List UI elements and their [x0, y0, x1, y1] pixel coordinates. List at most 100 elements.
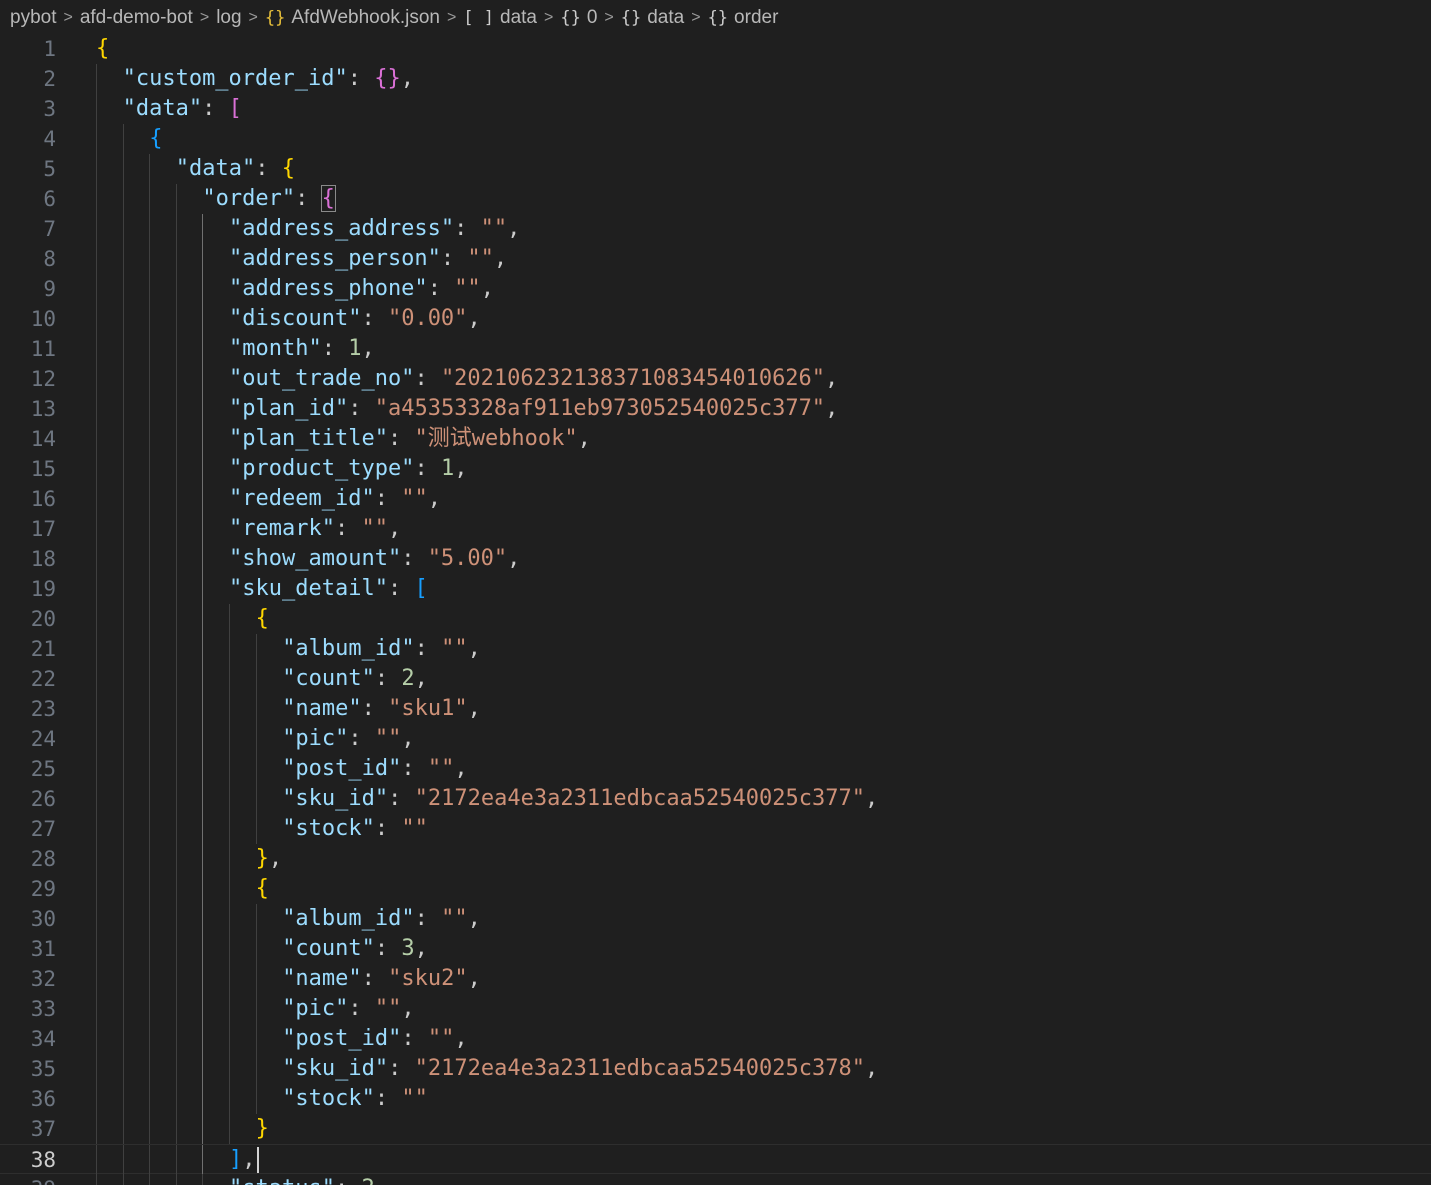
code-line[interactable]: 9 "address_phone": "", [0, 274, 1431, 304]
indent-guide [175, 514, 177, 544]
code-line[interactable]: 36 "stock": "" [0, 1084, 1431, 1114]
code-text: "address_phone": "", [229, 274, 494, 304]
code-line[interactable]: 14 "plan_title": "测试webhook", [0, 424, 1431, 454]
indent-guide [149, 394, 151, 424]
code-line[interactable]: 8 "address_person": "", [0, 244, 1431, 274]
code-editor[interactable]: 1{2 "custom_order_id": {}, 3 "data": [4{5 "d… [0, 34, 1431, 1185]
breadcrumb-item[interactable]: {} data [621, 7, 684, 29]
indent-guide [202, 244, 204, 274]
code-line[interactable]: 7 "address_address": "", [0, 214, 1431, 244]
code-line[interactable]: 4{ [0, 124, 1431, 154]
code-line[interactable]: 16 "redeem_id": "", [0, 484, 1431, 514]
indent-guide [229, 634, 230, 664]
code-token: : [414, 456, 441, 481]
code-line[interactable]: 26 "sku_id": "2172ea4e3a2311edbcaa5254002… [0, 784, 1431, 814]
code-token: "0.00" [387, 306, 468, 331]
indent-guide [96, 484, 97, 514]
line-number: 34 [30, 1027, 56, 1051]
breadcrumb-item[interactable]: {} order [708, 7, 779, 29]
breadcrumb-item[interactable]: pybot [10, 7, 56, 29]
indent-guide [149, 964, 151, 994]
indent-guide [96, 154, 97, 184]
line-number: 9 [43, 277, 56, 301]
indent-guide [202, 484, 204, 514]
breadcrumb-item[interactable]: {} AfdWebhook.json [265, 7, 440, 29]
indent-guide [202, 874, 204, 904]
indent-guide [122, 514, 124, 544]
code-line[interactable]: 15 "product_type": 1, [0, 454, 1431, 484]
code-line[interactable]: 3 "data": [ [0, 94, 1431, 124]
indent-guide [122, 484, 124, 514]
indent-guide [96, 64, 97, 94]
code-line[interactable]: 31 "count": 3, [0, 934, 1431, 964]
code-text: { [96, 34, 109, 64]
code-line[interactable]: 30 "album_id": "", [0, 904, 1431, 934]
code-token: "count" [282, 666, 375, 691]
code-line[interactable]: 21 "album_id": "", [0, 634, 1431, 664]
indent-guide [175, 274, 177, 304]
code-line[interactable]: 12 "out_trade_no": "202106232138371083454… [0, 364, 1431, 394]
code-line[interactable]: 17 "remark": "", [0, 514, 1431, 544]
code-token: "" [441, 906, 468, 931]
indent-guide [96, 424, 97, 454]
chevron-right-icon: > [199, 9, 210, 26]
code-line[interactable]: 27 "stock": "" [0, 814, 1431, 844]
code-line[interactable]: 6 "order": { [0, 184, 1431, 214]
code-line[interactable]: 24 "pic": "", [0, 724, 1431, 754]
code-line[interactable]: 23 "name": "sku1", [0, 694, 1431, 724]
breadcrumb-label: pybot [10, 7, 57, 28]
breadcrumb-label: log [216, 7, 242, 28]
code-line[interactable]: 22 "count": 2, [0, 664, 1431, 694]
indent-guide [255, 1084, 257, 1114]
code-text: "post_id": "", [282, 754, 467, 784]
code-line[interactable]: 38], [0, 1144, 1431, 1175]
indent-guide [175, 334, 177, 364]
code-line[interactable]: 25 "post_id": "", [0, 754, 1431, 784]
code-line[interactable]: 1{ [0, 34, 1431, 64]
indent-guide [202, 994, 204, 1024]
code-line[interactable]: 39 "status": 2, [0, 1174, 1431, 1185]
code-token: , [467, 906, 481, 931]
code-line[interactable]: 34 "post_id": "", [0, 1024, 1431, 1054]
code-token: "stock" [282, 816, 375, 841]
code-line[interactable]: 35 "sku_id": "2172ea4e3a2311edbcaa5254002… [0, 1054, 1431, 1084]
code-text: ], [229, 1145, 259, 1175]
indent-guide [229, 844, 230, 874]
indent-guide [202, 934, 204, 964]
code-line[interactable]: 20 { [0, 604, 1431, 634]
code-line[interactable]: 32 "name": "sku2", [0, 964, 1431, 994]
code-token: : [295, 186, 322, 211]
breadcrumb-item[interactable]: {} 0 [560, 7, 597, 29]
code-line[interactable]: 37} [0, 1114, 1431, 1144]
breadcrumb-item[interactable]: afd-demo-bot [80, 7, 193, 29]
code-text: "post_id": "", [282, 1024, 467, 1054]
code-line[interactable]: 29 { [0, 874, 1431, 904]
line-number: 6 [43, 187, 56, 211]
code-line[interactable]: 11 "month": 1, [0, 334, 1431, 364]
line-number: 18 [30, 547, 56, 571]
breadcrumb-label: AfdWebhook.json [291, 7, 440, 28]
code-line[interactable]: 33 "pic": "", [0, 994, 1431, 1024]
code-line[interactable]: 19 "sku_detail": [ [0, 574, 1431, 604]
code-line[interactable]: 28}, [0, 844, 1431, 874]
code-line[interactable]: 5 "data": { [0, 154, 1431, 184]
code-token: "sku_detail" [229, 576, 388, 601]
code-line[interactable]: 18 "show_amount": "5.00", [0, 544, 1431, 574]
breadcrumb-item[interactable]: log [216, 7, 241, 29]
indent-guide [175, 994, 177, 1024]
code-line[interactable]: 2 "custom_order_id": {}, [0, 64, 1431, 94]
indent-guide [202, 604, 204, 634]
code-text: "pic": "", [282, 994, 414, 1024]
line-number: 36 [30, 1087, 56, 1111]
indent-guide [149, 664, 151, 694]
code-line[interactable]: 10 "discount": "0.00", [0, 304, 1431, 334]
code-line[interactable]: 13 "plan_id": "a45353328af911eb9730525400… [0, 394, 1431, 424]
code-token: : [374, 1086, 402, 1111]
indent-guide [175, 1054, 177, 1084]
indent-guide [202, 904, 204, 934]
code-text: "data": { [176, 154, 295, 184]
code-token: { [281, 156, 296, 181]
breadcrumb-item[interactable]: [ ] data [463, 7, 537, 29]
code-token: "month" [229, 336, 322, 361]
indent-guide [96, 1174, 97, 1185]
